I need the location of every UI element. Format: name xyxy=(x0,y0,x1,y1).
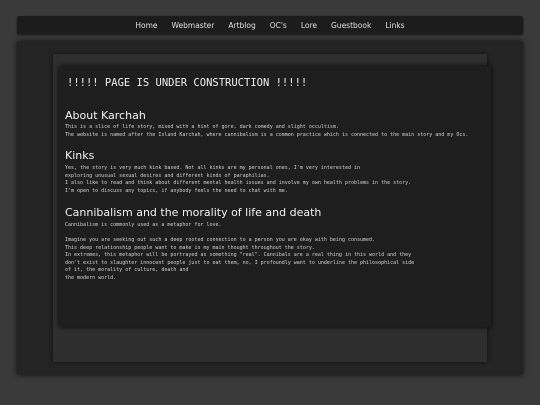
cannibalism-line: don't exist to slaughter innocent people… xyxy=(65,259,415,266)
kinks-line: I'm open to discuss any topics, if anybo… xyxy=(65,187,288,194)
kinks-text: Yes, the story is very much kink based. … xyxy=(65,165,411,195)
nav-link-home[interactable]: Home xyxy=(135,21,157,30)
top-navigation: Home Webmaster Artblog OC's Lore Guestbo… xyxy=(17,16,523,34)
cannibalism-line: This deep relationship people want to ma… xyxy=(65,244,315,251)
about-line: The website is named after the Island Ka… xyxy=(65,131,469,138)
nav-link-ocs[interactable]: OC's xyxy=(270,21,287,30)
cannibalism-line: In extremes, this metaphor will be portr… xyxy=(65,252,412,259)
about-line: This is a slice of life story, mixed wit… xyxy=(65,124,339,130)
cannibalism-intro: Cannibalism is commonly used as a metaph… xyxy=(65,222,222,228)
kinks-heading: Kinks xyxy=(65,149,95,162)
nav-link-webmaster[interactable]: Webmaster xyxy=(172,21,215,30)
kinks-line: I also like to read and think about diff… xyxy=(65,180,412,187)
cannibalism-line: Imagine you are seeking out such a deep … xyxy=(65,237,376,243)
content-panel: !!!!! PAGE IS UNDER CONSTRUCTION !!!!! A… xyxy=(59,66,491,327)
cannibalism-heading: Cannibalism and the morality of life and… xyxy=(65,206,322,219)
kinks-line: exploring unusual sexual desires and dif… xyxy=(65,172,270,179)
kinks-line: Yes, the story is very much kink based. … xyxy=(65,165,361,171)
nav-link-links[interactable]: Links xyxy=(385,21,404,30)
cannibalism-line: the modern world. xyxy=(65,274,117,281)
about-text: This is a slice of life story, mixed wit… xyxy=(65,124,468,139)
about-heading: About Karchah xyxy=(65,109,146,122)
cannibalism-text: Imagine you are seeking out such a deep … xyxy=(65,237,414,283)
construction-banner: !!!!! PAGE IS UNDER CONSTRUCTION !!!!! xyxy=(67,77,308,89)
cannibalism-line: of it, the morality of culture, death an… xyxy=(65,267,189,274)
nav-link-artblog[interactable]: Artblog xyxy=(228,21,255,30)
nav-link-guestbook[interactable]: Guestbook xyxy=(331,21,371,30)
nav-link-lore[interactable]: Lore xyxy=(301,21,317,30)
